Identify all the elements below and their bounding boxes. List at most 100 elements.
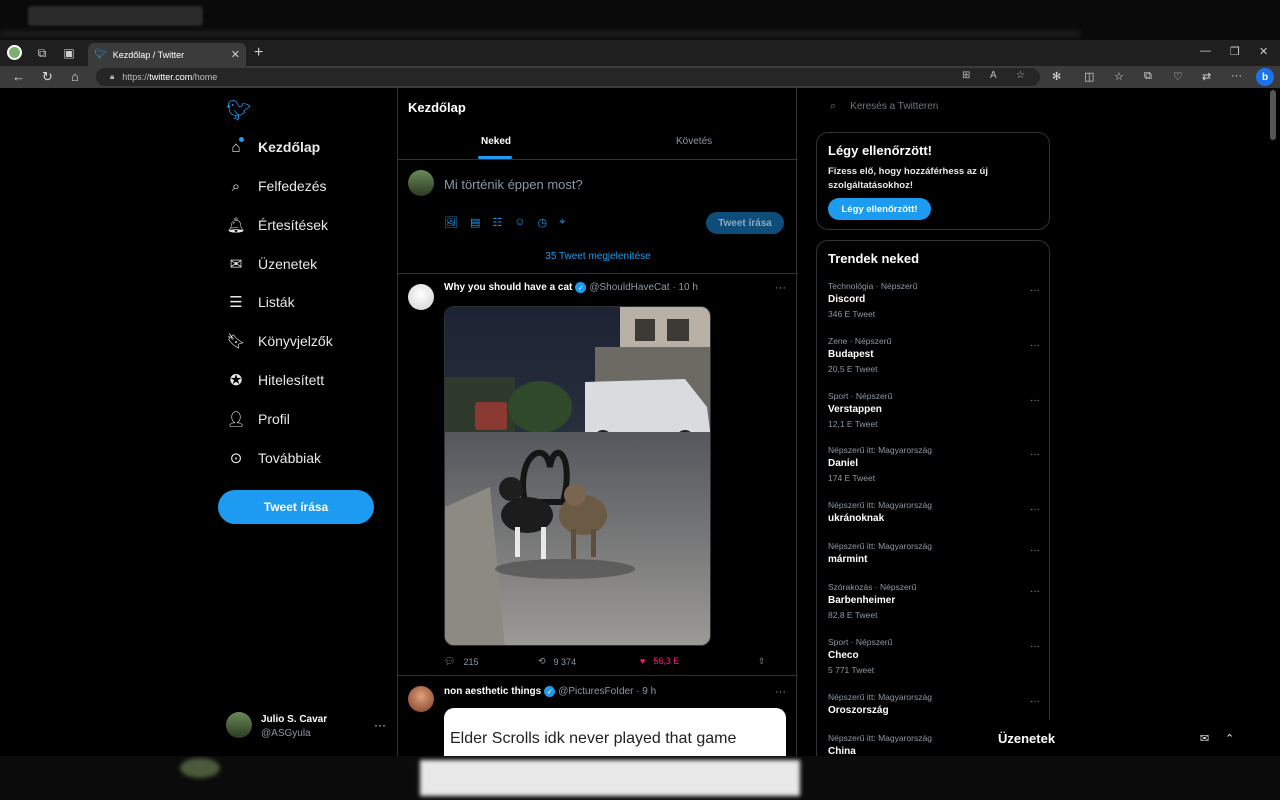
verify-button[interactable]: Légy ellenőrzött! [828,198,931,220]
search-input[interactable]: Keresés a Twitteren [850,101,938,112]
more-dots-icon[interactable]: ··· [1030,449,1040,460]
more-dots-icon[interactable]: ··· [1030,340,1040,351]
tweet-submit-button[interactable]: Tweet írása [706,212,784,234]
like-button[interactable]: ♥ 56,3 E [640,656,679,666]
nav-item-bookmarks[interactable]: 🔖︎ Könyvjelzők [226,327,332,355]
messages-drawer[interactable]: Üzenetek ✉ ⌃ [982,720,1250,756]
trend-item[interactable]: Népszerű itt: Magyarország Oroszország ··· [828,692,1040,716]
maximize-icon[interactable]: ❐ [1230,45,1240,58]
nav-item-home[interactable]: ⌂ Kezdőlap [226,133,320,161]
tweet[interactable]: non aesthetic things ✓ @PicturesFoIder ·… [398,676,798,756]
bing-copilot-icon[interactable]: b [1256,68,1274,86]
twitter-logo-icon[interactable]: 🐦︎ [226,98,251,123]
tweet-time[interactable]: · 9 h [636,686,656,697]
tweet-author-name[interactable]: Why you should have a cat [444,282,572,293]
background-tab [28,6,203,26]
new-message-icon[interactable]: ✉ [1200,732,1209,745]
app-available-icon[interactable]: ⊞ [962,70,970,81]
more-dots-icon[interactable]: ··· [1030,504,1040,515]
tweet-time[interactable]: · 10 h [672,282,698,293]
tweet-author-handle[interactable]: @PicturesFoIder [558,686,633,697]
search-bar[interactable]: ⌕ Keresés a Twitteren [816,96,1050,116]
close-window-icon[interactable]: ✕ [1259,45,1268,58]
more-circle-icon: ⊙ [229,450,243,467]
schedule-icon[interactable]: ◷ [537,216,547,229]
home-browser-icon[interactable]: ⌂ [71,69,79,84]
minimize-icon[interactable]: — [1200,45,1211,57]
reply-button[interactable]: 💬︎ 215 [444,656,478,667]
account-switcher[interactable]: Julio S. Cavar @ASGyula ··· [226,710,386,740]
page-title: Kezdőlap [408,100,466,115]
tweet-image[interactable] [444,306,711,646]
more-dots-icon[interactable]: ··· [1030,696,1040,707]
tab-following[interactable]: Követés [676,136,712,147]
refresh-icon[interactable]: ↻ [42,69,53,85]
more-dots-icon[interactable]: ··· [1030,586,1040,597]
trend-item[interactable]: Népszerű itt: Magyarország mármint ··· [828,541,1040,565]
read-aloud-icon[interactable]: A [990,70,997,81]
share-button[interactable]: ⇪ [758,656,766,667]
trend-item[interactable]: Zene · Népszerű Budapest 20,5 E Tweet ··· [828,336,1040,374]
scrollbar-thumb[interactable] [1270,90,1276,140]
image-icon[interactable]: 🖼︎ [444,216,458,229]
poll-icon[interactable]: ☷ [492,216,502,229]
trend-item[interactable]: Sport · Népszerű Verstappen 12,1 E Tweet ··… [828,391,1040,429]
tweet-author-name[interactable]: non aesthetic things [444,686,541,697]
new-tab-button[interactable]: + [254,44,263,62]
bookmark-icon: 🔖︎ [226,333,246,350]
workspaces-icon[interactable]: ⧉ [34,45,50,61]
more-dots-icon[interactable]: ··· [1030,641,1040,652]
trend-item[interactable]: Szórakozás · Népszerű Barbenheimer 82,8 E … [828,582,1040,620]
tweet-image[interactable]: Elder Scrolls idk never played that game [444,708,786,756]
more-dots-icon[interactable]: ··· [1030,395,1040,406]
split-screen-icon[interactable]: ◫ [1084,70,1094,83]
avatar[interactable] [408,686,434,712]
nav-item-profile[interactable]: 👤︎ Profil [226,405,289,433]
trend-item[interactable]: Technológia · Népszerű Discord 346 E Tweet… [828,281,1040,319]
trend-item[interactable]: Népszerű itt: Magyarország Daniel 174 E Tw… [828,445,1040,483]
url-host: twitter.com [149,72,193,82]
avatar[interactable] [408,284,434,310]
active-tab[interactable]: 🐦︎ Kezdőlap / Twitter ✕ [88,43,246,66]
favorites-icon[interactable]: ☆ [1114,70,1124,83]
nav-item-notifications[interactable]: 🔔︎ Értesítések [226,211,328,239]
trend-item[interactable]: Népszerű itt: Magyarország ukránoknak ··· [828,500,1040,524]
tab-actions-icon[interactable]: ▣ [61,45,77,61]
browser-essentials-icon[interactable]: ♡ [1173,70,1183,83]
extensions-icon[interactable]: ✻ [1052,70,1061,83]
location-icon[interactable]: ⌖ [559,216,565,229]
trend-item[interactable]: Sport · Népszerű Checo 5 771 Tweet ··· [828,637,1040,675]
tweet[interactable]: Why you should have a cat ✓ @ShouldHaveC… [398,274,798,676]
favorite-star-icon[interactable]: ☆ [1016,70,1025,81]
address-bar[interactable]: 🔒︎ https://twitter.com/home ⊞ A ☆ [96,68,1040,86]
show-new-tweets-link[interactable]: 35 Tweet megjelenítése [398,251,798,262]
collections-icon[interactable]: ⧉ [1144,70,1152,83]
tweet-author-handle[interactable]: @ShouldHaveCat [589,282,669,293]
search-icon: ⌕ [830,99,837,112]
more-dots-icon[interactable]: ··· [374,718,386,732]
nav-item-explore[interactable]: ⌕ Felfedezés [226,172,327,200]
tweet-compose-button[interactable]: Tweet írása [218,490,374,524]
expand-up-icon[interactable]: ⌃ [1225,732,1234,745]
share-icon[interactable]: ⇄ [1202,70,1211,83]
retweet-button[interactable]: ⟲ 9 374 [538,656,576,667]
nav-item-verified[interactable]: ✪ Hitelesített [226,366,324,394]
more-dots-icon[interactable]: ··· [775,686,786,698]
close-tab-icon[interactable]: ✕ [231,48,240,61]
nav-item-lists[interactable]: ☰ Listák [226,288,294,316]
nav-item-more[interactable]: ⊙ Továbbiak [226,444,321,472]
verified-badge-icon: ✓ [544,686,556,697]
more-dots-icon[interactable]: ··· [1030,285,1040,296]
emoji-icon[interactable]: ☺ [514,216,525,229]
compose-input[interactable]: Mi történik éppen most? [444,177,583,192]
tab-for-you[interactable]: Neked [481,136,511,147]
nav-item-messages[interactable]: ✉ Üzenetek [226,250,317,278]
back-icon[interactable]: ← [12,69,25,84]
tab-title: Kezdőlap / Twitter [112,49,185,60]
gif-icon[interactable]: ▤ [470,216,480,229]
more-dots-icon[interactable]: ··· [775,282,786,294]
more-dots-icon[interactable]: ··· [1030,545,1040,556]
profile-avatar-icon[interactable] [7,45,22,60]
mail-icon: ✉ [229,256,243,273]
settings-more-icon[interactable]: ··· [1231,70,1242,82]
